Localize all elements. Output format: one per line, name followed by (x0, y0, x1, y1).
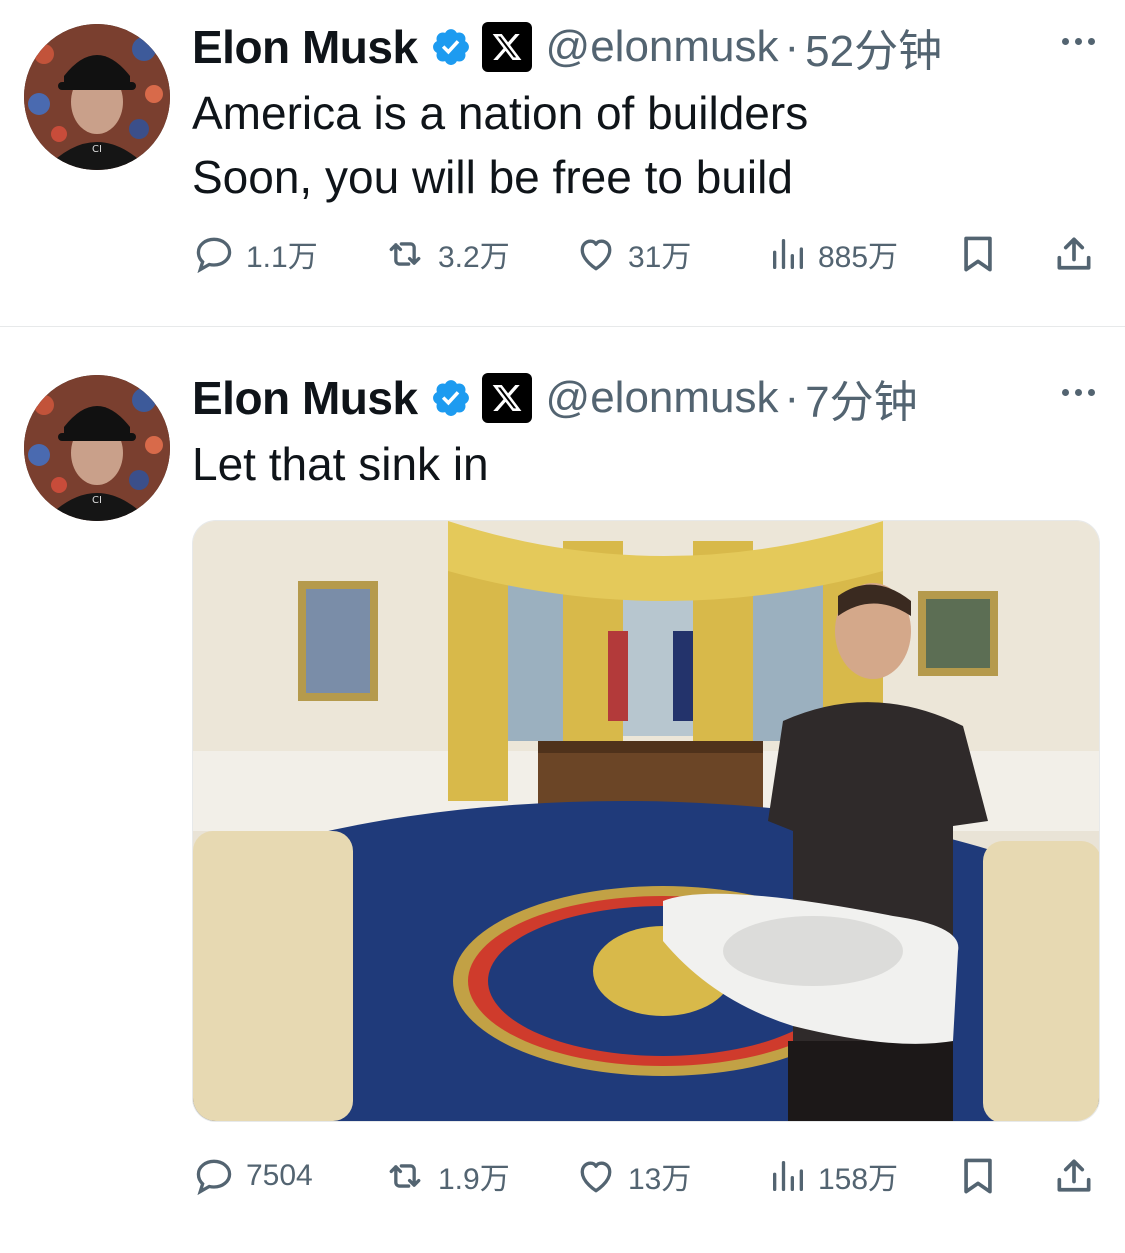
bookmark-button[interactable] (956, 1152, 1010, 1200)
avatar[interactable]: CI (24, 24, 170, 170)
like-count: 31万 (628, 241, 692, 274)
like-button[interactable]: 31万 (574, 230, 691, 278)
share-button[interactable] (1052, 1152, 1106, 1200)
svg-text:CI: CI (92, 144, 102, 155)
reply-icon (196, 237, 232, 274)
heart-icon (580, 1161, 612, 1193)
separator: · (784, 373, 800, 422)
avatar[interactable]: CI (24, 375, 170, 521)
tweet-text-line: Let that sink in (192, 438, 489, 490)
tweet-2[interactable]: CI Elon Musk @elonmusk · 7分钟 Let that si… (0, 351, 1125, 1253)
retweet-count: 3.2万 (438, 241, 510, 274)
author-handle[interactable]: @elonmusk (546, 22, 779, 72)
action-bar: 7504 1.9万 13万 158万 (192, 1152, 1100, 1200)
tweet-media-image[interactable] (192, 520, 1100, 1122)
retweet-icon (389, 1164, 421, 1188)
views-icon (773, 239, 803, 269)
separator: · (784, 22, 800, 71)
like-count: 13万 (628, 1163, 692, 1196)
author-handle[interactable]: @elonmusk (546, 373, 779, 423)
x-logo-icon (481, 373, 532, 423)
retweet-button[interactable]: 1.9万 (382, 1152, 510, 1200)
like-button[interactable]: 13万 (574, 1152, 691, 1200)
bookmark-icon (964, 236, 992, 272)
more-icon[interactable] (1062, 38, 1095, 45)
svg-text:CI: CI (92, 495, 102, 506)
tweet-1[interactable]: CI Elon Musk @elonmusk · 52分钟 America is… (0, 0, 1125, 326)
reply-count: 7504 (246, 1159, 313, 1192)
views-button[interactable]: 885万 (768, 230, 898, 278)
timestamp[interactable]: 52分钟 (805, 15, 942, 79)
share-button[interactable] (1052, 230, 1106, 278)
tweet-header: Elon Musk @elonmusk · 52分钟 (192, 18, 942, 76)
share-icon (1057, 1159, 1091, 1192)
retweet-button[interactable]: 3.2万 (382, 230, 510, 278)
author-name[interactable]: Elon Musk (192, 371, 418, 425)
timestamp[interactable]: 7分钟 (805, 366, 917, 430)
tweet-text-line: Soon, you will be free to build (192, 151, 793, 203)
tweet-header: Elon Musk @elonmusk · 7分钟 (192, 369, 918, 427)
bookmark-icon (964, 1158, 992, 1194)
reply-count: 1.1万 (246, 241, 318, 274)
views-count: 158万 (818, 1163, 899, 1196)
more-icon[interactable] (1062, 389, 1095, 396)
action-bar: 1.1万 3.2万 31万 885万 (192, 230, 1100, 278)
views-count: 885万 (818, 241, 899, 274)
retweet-count: 1.9万 (438, 1163, 510, 1196)
tweet-divider (0, 326, 1125, 327)
retweet-icon (389, 242, 421, 266)
tweet-text-line: America is a nation of builders (192, 87, 809, 139)
views-icon (773, 1161, 803, 1191)
verified-badge-icon (432, 29, 469, 65)
reply-button[interactable]: 7504 (192, 1152, 313, 1200)
author-name[interactable]: Elon Musk (192, 20, 418, 74)
reply-icon (196, 1159, 232, 1196)
share-icon (1057, 237, 1091, 270)
x-logo-icon (481, 22, 532, 72)
heart-icon (580, 239, 612, 271)
reply-button[interactable]: 1.1万 (192, 230, 318, 278)
views-button[interactable]: 158万 (768, 1152, 898, 1200)
verified-badge-icon (432, 380, 469, 416)
bookmark-button[interactable] (956, 230, 1010, 278)
